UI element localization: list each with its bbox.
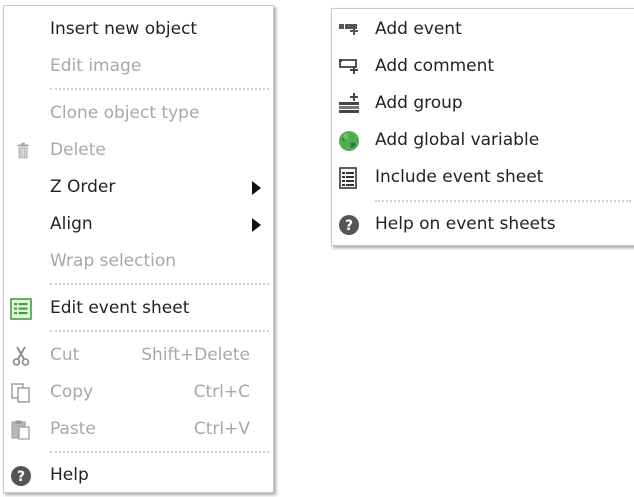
menu-item-add-comment[interactable]: Add comment — [332, 50, 634, 84]
menu-item-label: Align — [50, 214, 93, 234]
submenu-arrow-icon — [252, 218, 261, 232]
svg-text:?: ? — [345, 218, 353, 234]
trash-icon — [17, 142, 29, 159]
menu-item-insert-new-object[interactable]: Insert new object — [4, 13, 273, 47]
globe-icon — [339, 131, 359, 151]
menu-item-copy[interactable]: Copy Ctrl+C — [4, 376, 273, 410]
menu-item-help-on-event-sheets[interactable]: ? Help on event sheets — [332, 208, 634, 242]
menu-separator — [50, 88, 269, 90]
scissors-icon — [12, 346, 30, 366]
menu-item-label: Delete — [50, 140, 106, 160]
menu-item-cut[interactable]: Cut Shift+Delete — [4, 339, 273, 373]
submenu-arrow-icon — [252, 181, 261, 195]
event-sheet-icon — [10, 298, 32, 320]
menu-item-label: Add comment — [375, 56, 495, 76]
menu-item-edit-image[interactable]: Edit image — [4, 50, 273, 84]
menu-item-label: Include event sheet — [375, 167, 544, 187]
menu-item-label: Add group — [375, 93, 463, 113]
menu-item-label: Paste — [50, 419, 96, 439]
menu-separator — [50, 283, 269, 285]
menu-item-shortcut: Ctrl+V — [193, 419, 250, 439]
include-sheet-icon — [339, 167, 357, 189]
menu-item-label: Edit event sheet — [50, 298, 190, 318]
menu-item-delete[interactable]: Delete — [4, 134, 273, 168]
help-icon: ? — [11, 466, 31, 486]
menu-item-include-event-sheet[interactable]: Include event sheet — [332, 161, 634, 195]
menu-item-add-group[interactable]: Add group — [332, 87, 634, 121]
menu-item-paste[interactable]: Paste Ctrl+V — [4, 413, 273, 447]
paste-icon — [11, 420, 30, 440]
editor-context-menu: Insert new object Edit image Clone objec… — [3, 5, 274, 493]
menu-item-label: Help on event sheets — [375, 214, 556, 234]
menu-item-help[interactable]: ? Help — [4, 459, 273, 493]
menu-item-edit-event-sheet[interactable]: Edit event sheet — [4, 292, 273, 326]
menu-separator — [50, 330, 269, 332]
menu-item-label: Z Order — [50, 177, 116, 197]
svg-text:?: ? — [17, 469, 25, 485]
menu-item-shortcut: Shift+Delete — [141, 345, 250, 365]
menu-item-add-event[interactable]: Add event — [332, 13, 634, 47]
menu-item-label: Edit image — [50, 56, 142, 76]
add-comment-icon — [339, 59, 358, 74]
menu-item-z-order[interactable]: Z Order — [4, 171, 273, 205]
menu-item-label: Help — [50, 465, 89, 485]
copy-icon — [11, 383, 30, 403]
menu-item-wrap-selection[interactable]: Wrap selection — [4, 245, 273, 279]
menu-item-label: Insert new object — [50, 19, 198, 39]
menu-separator — [50, 451, 269, 453]
menu-separator — [375, 200, 631, 202]
menu-item-label: Wrap selection — [50, 251, 177, 271]
add-event-icon — [339, 24, 358, 35]
menu-item-clone-object-type[interactable]: Clone object type — [4, 97, 273, 131]
menu-item-label: Add event — [375, 19, 462, 39]
menu-item-label: Clone object type — [50, 103, 200, 123]
event-sheet-context-menu: Add event Add comment Add group Add glob… — [331, 8, 634, 246]
menu-item-label: Cut — [50, 345, 80, 365]
menu-item-label: Copy — [50, 382, 94, 402]
menu-item-add-global-variable[interactable]: Add global variable — [332, 124, 634, 158]
help-icon: ? — [339, 215, 359, 235]
menu-item-align[interactable]: Align — [4, 208, 273, 242]
menu-item-label: Add global variable — [375, 130, 540, 150]
menu-item-shortcut: Ctrl+C — [193, 382, 250, 402]
add-group-icon — [339, 93, 359, 113]
